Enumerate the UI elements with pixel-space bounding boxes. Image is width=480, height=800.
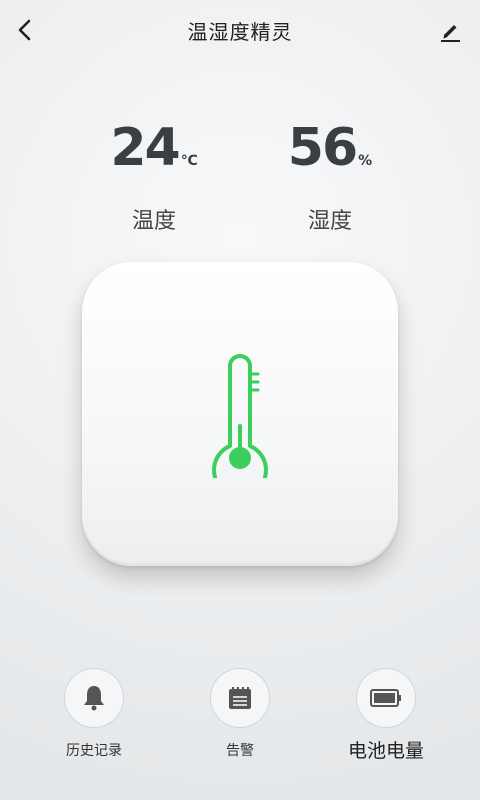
temperature-value: 24 xyxy=(110,118,180,178)
alarm-icon-circle xyxy=(210,668,270,728)
temperature-value-row: 24 ℃ xyxy=(64,118,244,191)
alarm-button[interactable]: 告警 xyxy=(180,668,300,760)
edit-button[interactable] xyxy=(434,14,466,46)
page-title: 温湿度精灵 xyxy=(187,20,293,44)
battery-icon-circle xyxy=(356,668,416,728)
humidity-reading: 56% 湿度 xyxy=(240,118,420,235)
alarm-label: 告警 xyxy=(226,743,254,759)
humidity-unit: % xyxy=(358,153,373,169)
history-icon-circle xyxy=(64,668,124,728)
history-button[interactable]: 历史记录 xyxy=(34,668,154,760)
temperature-unit: ℃ xyxy=(180,153,198,169)
device-card[interactable] xyxy=(82,262,398,566)
header-bar: 温湿度精灵 xyxy=(0,0,480,60)
temperature-reading: 24 ℃ 温度 xyxy=(64,118,244,235)
calendar-icon xyxy=(229,687,251,709)
humidity-value-row: 56% xyxy=(240,118,420,191)
edit-pencil-icon xyxy=(441,25,460,42)
battery-label: 电池电量 xyxy=(347,740,424,762)
temperature-label: 温度 xyxy=(131,209,176,234)
battery-icon xyxy=(370,689,401,707)
history-label: 历史记录 xyxy=(66,743,122,759)
humidity-value: 56 xyxy=(287,118,358,178)
battery-button[interactable]: 电池电量 xyxy=(326,668,446,763)
thermometer-icon xyxy=(212,354,268,478)
bell-icon xyxy=(84,686,104,711)
humidity-label: 湿度 xyxy=(307,209,352,234)
